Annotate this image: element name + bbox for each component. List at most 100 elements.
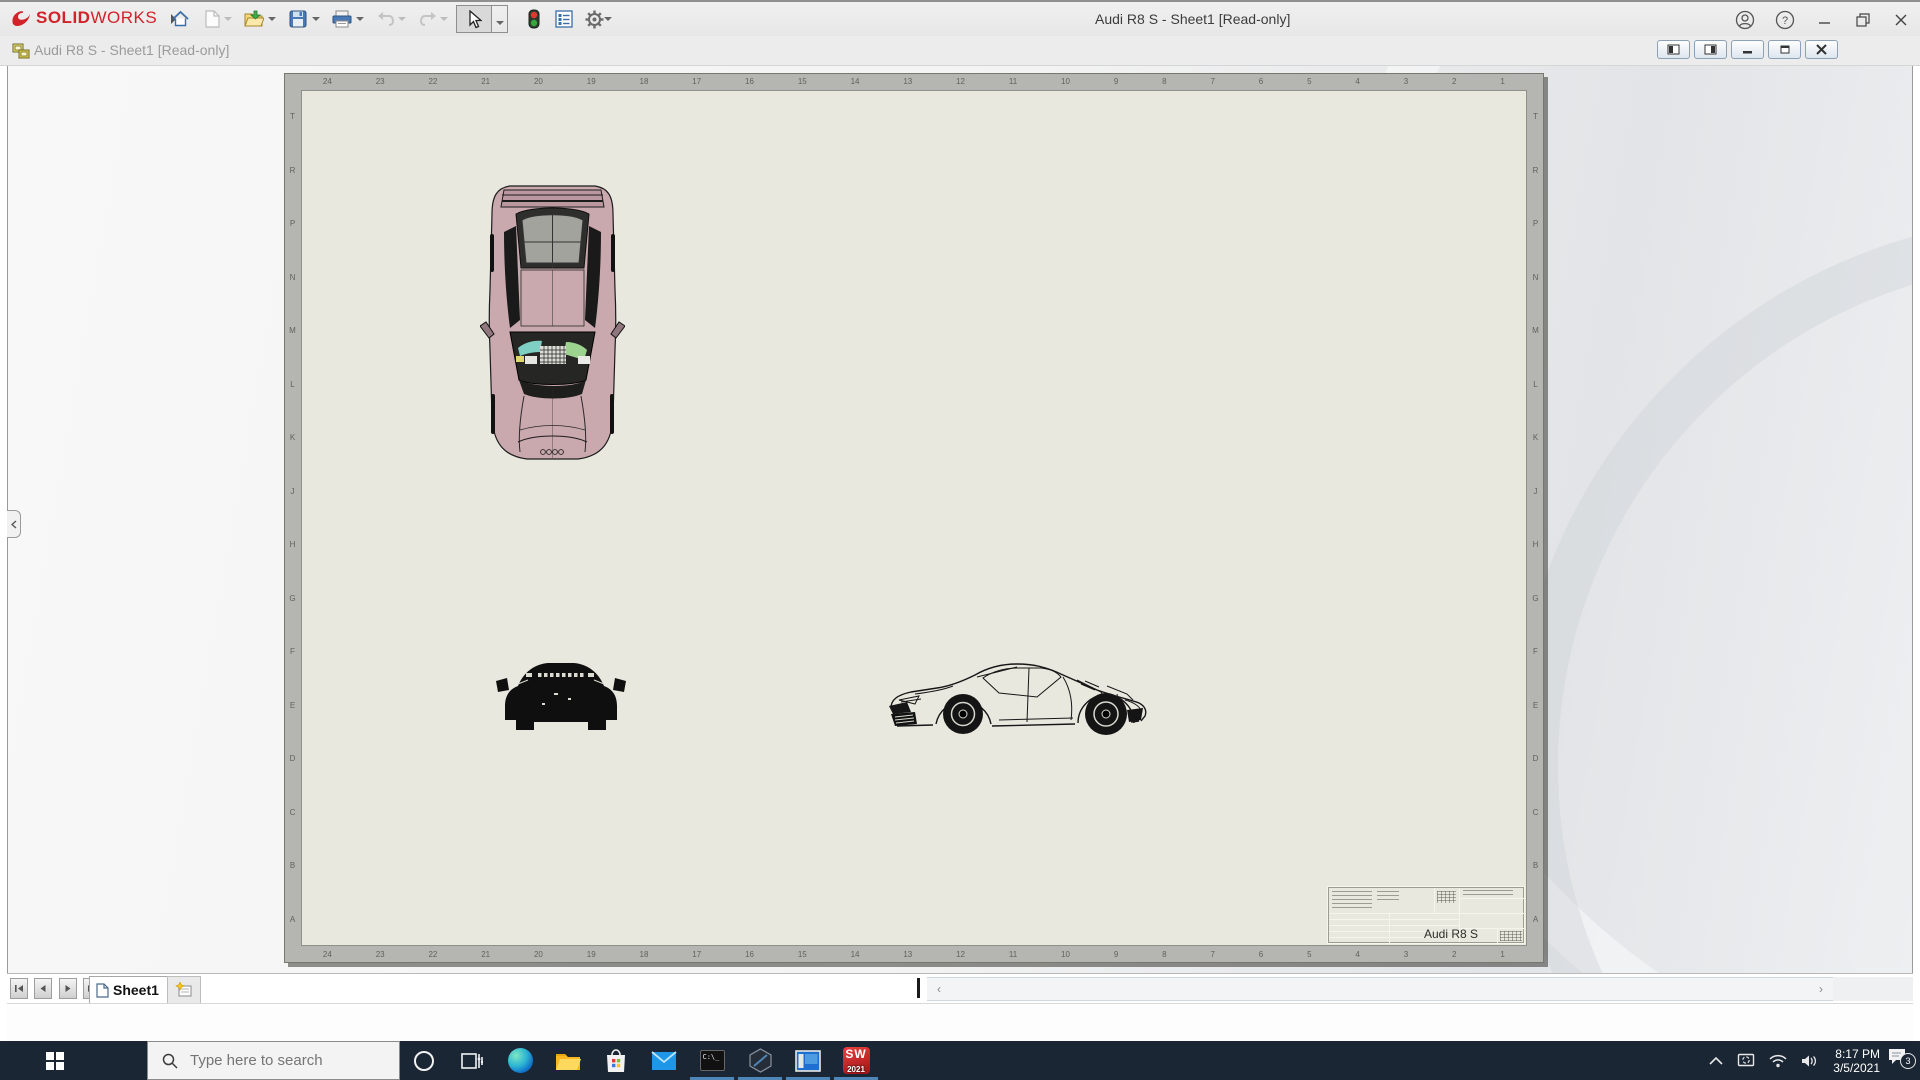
zone-label: E	[290, 701, 295, 710]
zone-label: 10	[1061, 950, 1070, 959]
add-sheet-button[interactable]	[167, 976, 201, 1003]
mdi-pane-right-button[interactable]	[1694, 40, 1727, 59]
zone-label: 3	[1404, 77, 1408, 86]
tray-display-sync-icon[interactable]	[1737, 1053, 1755, 1068]
tray-chevron-up-icon[interactable]	[1709, 1056, 1723, 1065]
restore-icon	[1856, 13, 1870, 27]
graphics-area[interactable]: 242322212019181716151413121110987654321 …	[7, 66, 1913, 973]
feature-panel-collapse-tab[interactable]	[7, 510, 21, 538]
account-button[interactable]	[1728, 6, 1762, 34]
taskbar-file-explorer[interactable]	[544, 1041, 592, 1080]
search-input[interactable]	[190, 1052, 380, 1069]
zone-label: 11	[1009, 77, 1017, 86]
first-sheet-button[interactable]	[10, 978, 28, 999]
sheet-paper[interactable]: Audi R8 S	[301, 90, 1527, 946]
mdi-close-button[interactable]	[1805, 40, 1838, 59]
mdi-restore-button[interactable]	[1768, 40, 1801, 59]
zone-label: 19	[587, 950, 596, 959]
minimize-icon	[1819, 14, 1831, 26]
open-dropdown-arrow[interactable]	[268, 17, 276, 25]
traffic-light-button[interactable]	[520, 5, 548, 33]
undo-dropdown-arrow[interactable]	[398, 17, 406, 25]
restore-button[interactable]	[1846, 6, 1880, 34]
taskbar-edge[interactable]	[496, 1041, 544, 1080]
taskbar-solidworks-2021[interactable]: SW 2021	[832, 1041, 880, 1080]
save-button[interactable]	[284, 5, 312, 33]
zone-label: N	[1533, 273, 1539, 282]
title-block-notes	[1500, 931, 1522, 941]
redo-button[interactable]	[414, 5, 442, 33]
taskbar-mail[interactable]	[640, 1041, 688, 1080]
home-button[interactable]	[166, 5, 194, 33]
zone-label: 14	[851, 77, 860, 86]
properties-button[interactable]	[550, 5, 578, 33]
drawing-view-top[interactable]	[480, 180, 625, 463]
next-sheet-button[interactable]	[59, 978, 77, 999]
new-document-button[interactable]	[198, 5, 226, 33]
zone-label: 16	[745, 77, 754, 86]
chevron-left-icon	[11, 520, 17, 529]
tray-volume-icon[interactable]	[1801, 1054, 1818, 1068]
zone-label: C	[1533, 808, 1539, 817]
mdi-restore-icon	[1779, 44, 1791, 55]
new-dropdown-arrow[interactable]	[224, 17, 232, 25]
scroll-left-arrow[interactable]: ‹	[929, 978, 949, 1000]
print-button[interactable]	[328, 5, 356, 33]
zone-label: 22	[428, 77, 437, 86]
taskbar-command-prompt[interactable]: C:\_	[688, 1041, 736, 1080]
redo-dropdown-arrow[interactable]	[440, 17, 448, 25]
tab-sheet1[interactable]: Sheet1	[89, 976, 172, 1003]
undo-button[interactable]	[372, 5, 400, 33]
zone-label: 2	[1452, 77, 1456, 86]
scroll-right-arrow[interactable]: ›	[1811, 978, 1831, 1000]
zone-label: 4	[1355, 77, 1359, 86]
window-title: Audi R8 S - Sheet1 [Read-only]	[1095, 11, 1290, 27]
taskbar-hexagon-app[interactable]	[736, 1041, 784, 1080]
settings-dropdown-arrow[interactable]	[604, 17, 612, 25]
help-icon: ?	[1775, 10, 1795, 30]
taskbar-cortana[interactable]	[400, 1041, 448, 1080]
zone-label: G	[1532, 594, 1538, 603]
save-dropdown-arrow[interactable]	[312, 17, 320, 25]
drawing-view-side[interactable]	[881, 650, 1171, 750]
minimize-button[interactable]	[1808, 6, 1842, 34]
help-button[interactable]: ?	[1768, 6, 1802, 34]
open-button[interactable]	[240, 5, 268, 33]
mdi-minimize-button[interactable]	[1731, 40, 1764, 59]
close-icon	[1895, 14, 1907, 26]
zone-label: E	[1533, 701, 1538, 710]
sheet-zone-letters-left: TRPNMLKJHGFEDCBA	[285, 90, 300, 946]
select-tool-button[interactable]	[456, 5, 492, 33]
solidworks-app-icon: SW 2021	[843, 1047, 870, 1074]
svg-text:?: ?	[1782, 15, 1788, 27]
select-dropdown[interactable]	[492, 5, 508, 33]
taskbar-task-view[interactable]	[448, 1041, 496, 1080]
taskbar-store[interactable]	[592, 1041, 640, 1080]
print-dropdown-arrow[interactable]	[356, 17, 364, 25]
zone-label: 16	[745, 950, 754, 959]
tray-wifi-icon[interactable]	[1769, 1054, 1787, 1068]
close-button[interactable]	[1884, 6, 1918, 34]
start-button[interactable]	[0, 1041, 110, 1080]
windows-taskbar: C:\_ SW 2021	[0, 1041, 1920, 1080]
mdi-pane-left-button[interactable]	[1657, 40, 1690, 59]
new-document-icon	[205, 10, 220, 28]
taskbar-search[interactable]	[147, 1041, 400, 1080]
zone-label: D	[1533, 754, 1539, 763]
taskbar-clock[interactable]: 8:17 PM 3/5/2021	[1833, 1047, 1880, 1075]
zone-label: T	[290, 112, 295, 121]
drawing-view-front[interactable]	[496, 649, 626, 735]
title-block-notes	[1437, 891, 1456, 903]
taskbar-display-app[interactable]	[784, 1041, 832, 1080]
sheet-zone-numbers-bottom: 242322212019181716151413121110987654321	[301, 947, 1527, 962]
zone-label: F	[1533, 647, 1538, 656]
next-icon	[64, 984, 72, 993]
title-block-notes	[1377, 891, 1399, 903]
zone-label: 7	[1210, 77, 1214, 86]
previous-sheet-button[interactable]	[34, 978, 52, 999]
action-center-button[interactable]: 3	[1888, 1048, 1914, 1074]
horizontal-scrollbar[interactable]: ‹ ›	[927, 977, 1833, 1001]
sheet-zone-letters-right: TRPNMLKJHGFEDCBA	[1528, 90, 1543, 946]
tab-scroll-splitter[interactable]	[917, 978, 920, 998]
zone-label: 2	[1452, 950, 1456, 959]
